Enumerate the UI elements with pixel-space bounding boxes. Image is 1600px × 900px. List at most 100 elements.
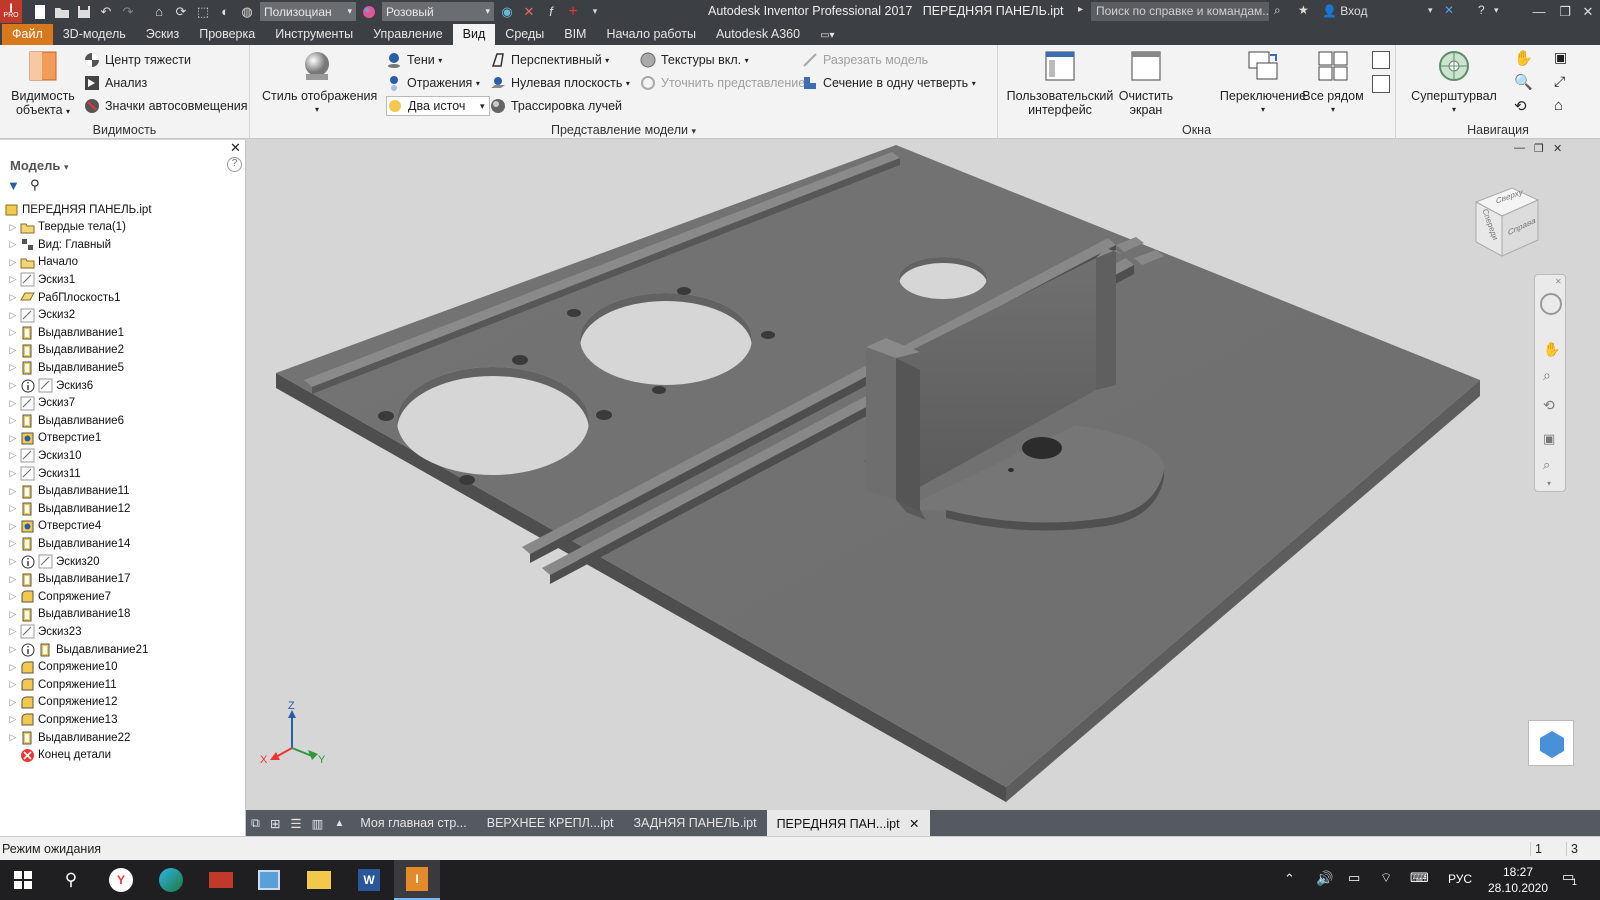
select-icon[interactable]: ⬚	[193, 2, 213, 22]
expand-icon[interactable]: ▷	[6, 274, 20, 285]
tree-item[interactable]: ▷ Твердые тела(1)	[6, 219, 126, 236]
help-icon[interactable]: ?	[1478, 3, 1485, 17]
vault-widget-icon[interactable]	[1528, 720, 1574, 766]
shadows-button[interactable]: Тени ▾	[386, 50, 442, 70]
expand-icon[interactable]: ▷	[6, 380, 20, 391]
tree-item[interactable]: ▷ Начало	[6, 254, 78, 271]
slice-graphics-button[interactable]: Разрезать модель	[802, 50, 928, 70]
close-icon[interactable]: ✕	[230, 140, 241, 156]
appearance-icon[interactable]	[359, 2, 379, 22]
expand-icon[interactable]: ▷	[6, 679, 20, 690]
help-dropdown-icon[interactable]: ▾	[1494, 5, 1499, 16]
pan-icon[interactable]: ✋	[1543, 341, 1560, 358]
doc-tab-rear-panel[interactable]: ЗАДНЯЯ ПАНЕЛЬ.ipt	[623, 811, 766, 835]
look-at-icon[interactable]: ▣	[1554, 49, 1574, 69]
tab-get-started[interactable]: Начало работы	[596, 24, 705, 45]
tile-horizontal-icon[interactable]: ☰	[285, 811, 306, 836]
tree-item[interactable]: ▷ Сопряжение11	[6, 676, 117, 693]
tile-all-button[interactable]: Все рядом ▾	[1298, 49, 1368, 117]
tab-file[interactable]: Файл	[2, 24, 53, 45]
notifications-button[interactable]: ▭ 1	[1562, 869, 1583, 887]
battery-icon[interactable]: ▭	[1348, 870, 1360, 886]
tree-item[interactable]: ▷ Выдавливание22	[6, 729, 130, 746]
properties-icon[interactable]: ◐	[215, 2, 235, 22]
tile-windows-icon[interactable]: ⊞	[265, 811, 285, 836]
tile-vertical-icon[interactable]: ▥	[307, 811, 329, 836]
add-icon[interactable]: +	[563, 2, 583, 22]
adjust-appearance-icon[interactable]: ✕	[519, 2, 539, 22]
open-folder-icon[interactable]	[52, 2, 72, 22]
tree-item[interactable]: ▷ Выдавливание18	[6, 606, 130, 623]
tree-item[interactable]: ▷ Отверстие1	[6, 430, 101, 447]
full-navigation-wheel-icon[interactable]	[1540, 293, 1562, 315]
tree-item[interactable]: ▷ Выдавливание21	[6, 641, 148, 658]
exchange-icon[interactable]: ✕	[1444, 3, 1454, 17]
expand-icon[interactable]: ▷	[6, 556, 20, 567]
expand-icon[interactable]: ▷	[6, 521, 20, 532]
expand-icon[interactable]: ▷	[6, 468, 20, 479]
tree-item[interactable]: ▷ Эскиз6	[6, 377, 93, 394]
clock[interactable]: 18:27 28.10.2020	[1486, 864, 1550, 896]
analysis-button[interactable]: Анализ	[84, 73, 147, 93]
switch-button[interactable]: Переключение ▾	[1218, 49, 1308, 117]
restore-button[interactable]: ❐	[1552, 0, 1578, 23]
expand-icon[interactable]: ▷	[6, 697, 20, 708]
tree-item[interactable]: ▷ Сопряжение12	[6, 694, 117, 711]
tab-view[interactable]: Вид	[452, 24, 496, 45]
tree-item[interactable]: ▷ Выдавливание11	[6, 483, 130, 500]
tree-item[interactable]: ▷ Выдавливание1	[6, 324, 124, 341]
doc-tab-front-panel[interactable]: ПЕРЕДНЯЯ ПАН...ipt ✕	[766, 810, 930, 836]
word-icon[interactable]: W	[346, 860, 392, 900]
snap-icons-button[interactable]: Значки автосовмещения	[84, 96, 248, 116]
expand-icon[interactable]: ▷	[6, 398, 20, 409]
clean-screen-button[interactable]: Очистить экран	[1116, 49, 1176, 117]
tree-item[interactable]: ▷ Выдавливание17	[6, 571, 130, 588]
start-button[interactable]	[0, 860, 46, 900]
customize-icon[interactable]: ▾	[1547, 479, 1551, 488]
ray-tracing-button[interactable]: Трассировка лучей	[490, 96, 622, 116]
tree-item[interactable]: ▷ Сопряжение13	[6, 711, 117, 728]
expand-icon[interactable]: ▷	[6, 257, 20, 268]
expand-icon[interactable]: ▷	[6, 327, 20, 338]
home-icon[interactable]: ⌂	[149, 2, 169, 22]
look-at-icon[interactable]: ▣	[1543, 431, 1555, 447]
filter-icon[interactable]: ▼	[7, 178, 20, 193]
expand-icon[interactable]: ▷	[6, 310, 20, 321]
tree-item[interactable]: ▷ Вид: Главный	[6, 236, 112, 253]
show-hidden-icons[interactable]: ⌃	[1284, 871, 1295, 887]
pan-icon[interactable]: ✋	[1514, 49, 1534, 69]
visual-style-button[interactable]: Стиль отображения ▾	[262, 49, 377, 117]
control-panel-icon[interactable]	[246, 860, 292, 900]
search-icon[interactable]: ⚲	[48, 860, 94, 900]
undo-icon[interactable]: ↶	[96, 2, 116, 22]
expand-icon[interactable]: ▷	[6, 450, 20, 461]
tab-sketch[interactable]: Эскиз	[136, 24, 189, 45]
save-icon[interactable]	[74, 2, 94, 22]
keyboard-icon[interactable]: ⌨	[1410, 870, 1429, 886]
tree-item[interactable]: ▷ Выдавливание6	[6, 412, 124, 429]
browser-header[interactable]: Модель ▾	[10, 158, 69, 173]
expand-icon[interactable]: ▷	[6, 415, 20, 426]
tree-item[interactable]: ▷ Эскиз7	[6, 395, 75, 412]
expand-icon[interactable]: ▷	[6, 714, 20, 725]
orbit-icon[interactable]: ⟲	[1514, 97, 1534, 117]
close-icon[interactable]: ✕	[1555, 277, 1562, 286]
viewport-close-icon[interactable]: ✕	[1553, 142, 1562, 155]
zoom-extents-icon[interactable]: ⌕	[1543, 457, 1550, 473]
help-icon[interactable]: ?	[227, 157, 242, 172]
tree-item[interactable]: ▷ Выдавливание12	[6, 500, 130, 517]
refine-view-button[interactable]: Уточнить представление	[640, 73, 805, 93]
yandex-browser-icon[interactable]: Y	[98, 860, 144, 900]
tab-tools[interactable]: Инструменты	[265, 24, 363, 45]
lighting-style-combo[interactable]: Два источ ▾	[386, 96, 490, 116]
tree-item[interactable]: ▷ Сопряжение10	[6, 659, 117, 676]
tree-item[interactable]: ▷ Выдавливание14	[6, 535, 130, 552]
cascade-icon[interactable]	[1372, 51, 1390, 69]
quarter-section-button[interactable]: Сечение в одну четверть ▾	[802, 73, 976, 93]
new-window-icon[interactable]	[1372, 75, 1390, 93]
zoom-icon[interactable]: 🔍	[1514, 73, 1534, 93]
expand-icon[interactable]: ▷	[6, 662, 20, 673]
help-arrow-icon[interactable]: ▸	[1078, 4, 1083, 15]
tree-item[interactable]: ▷ Эскиз11	[6, 465, 81, 482]
minimize-button[interactable]: —	[1526, 0, 1552, 23]
